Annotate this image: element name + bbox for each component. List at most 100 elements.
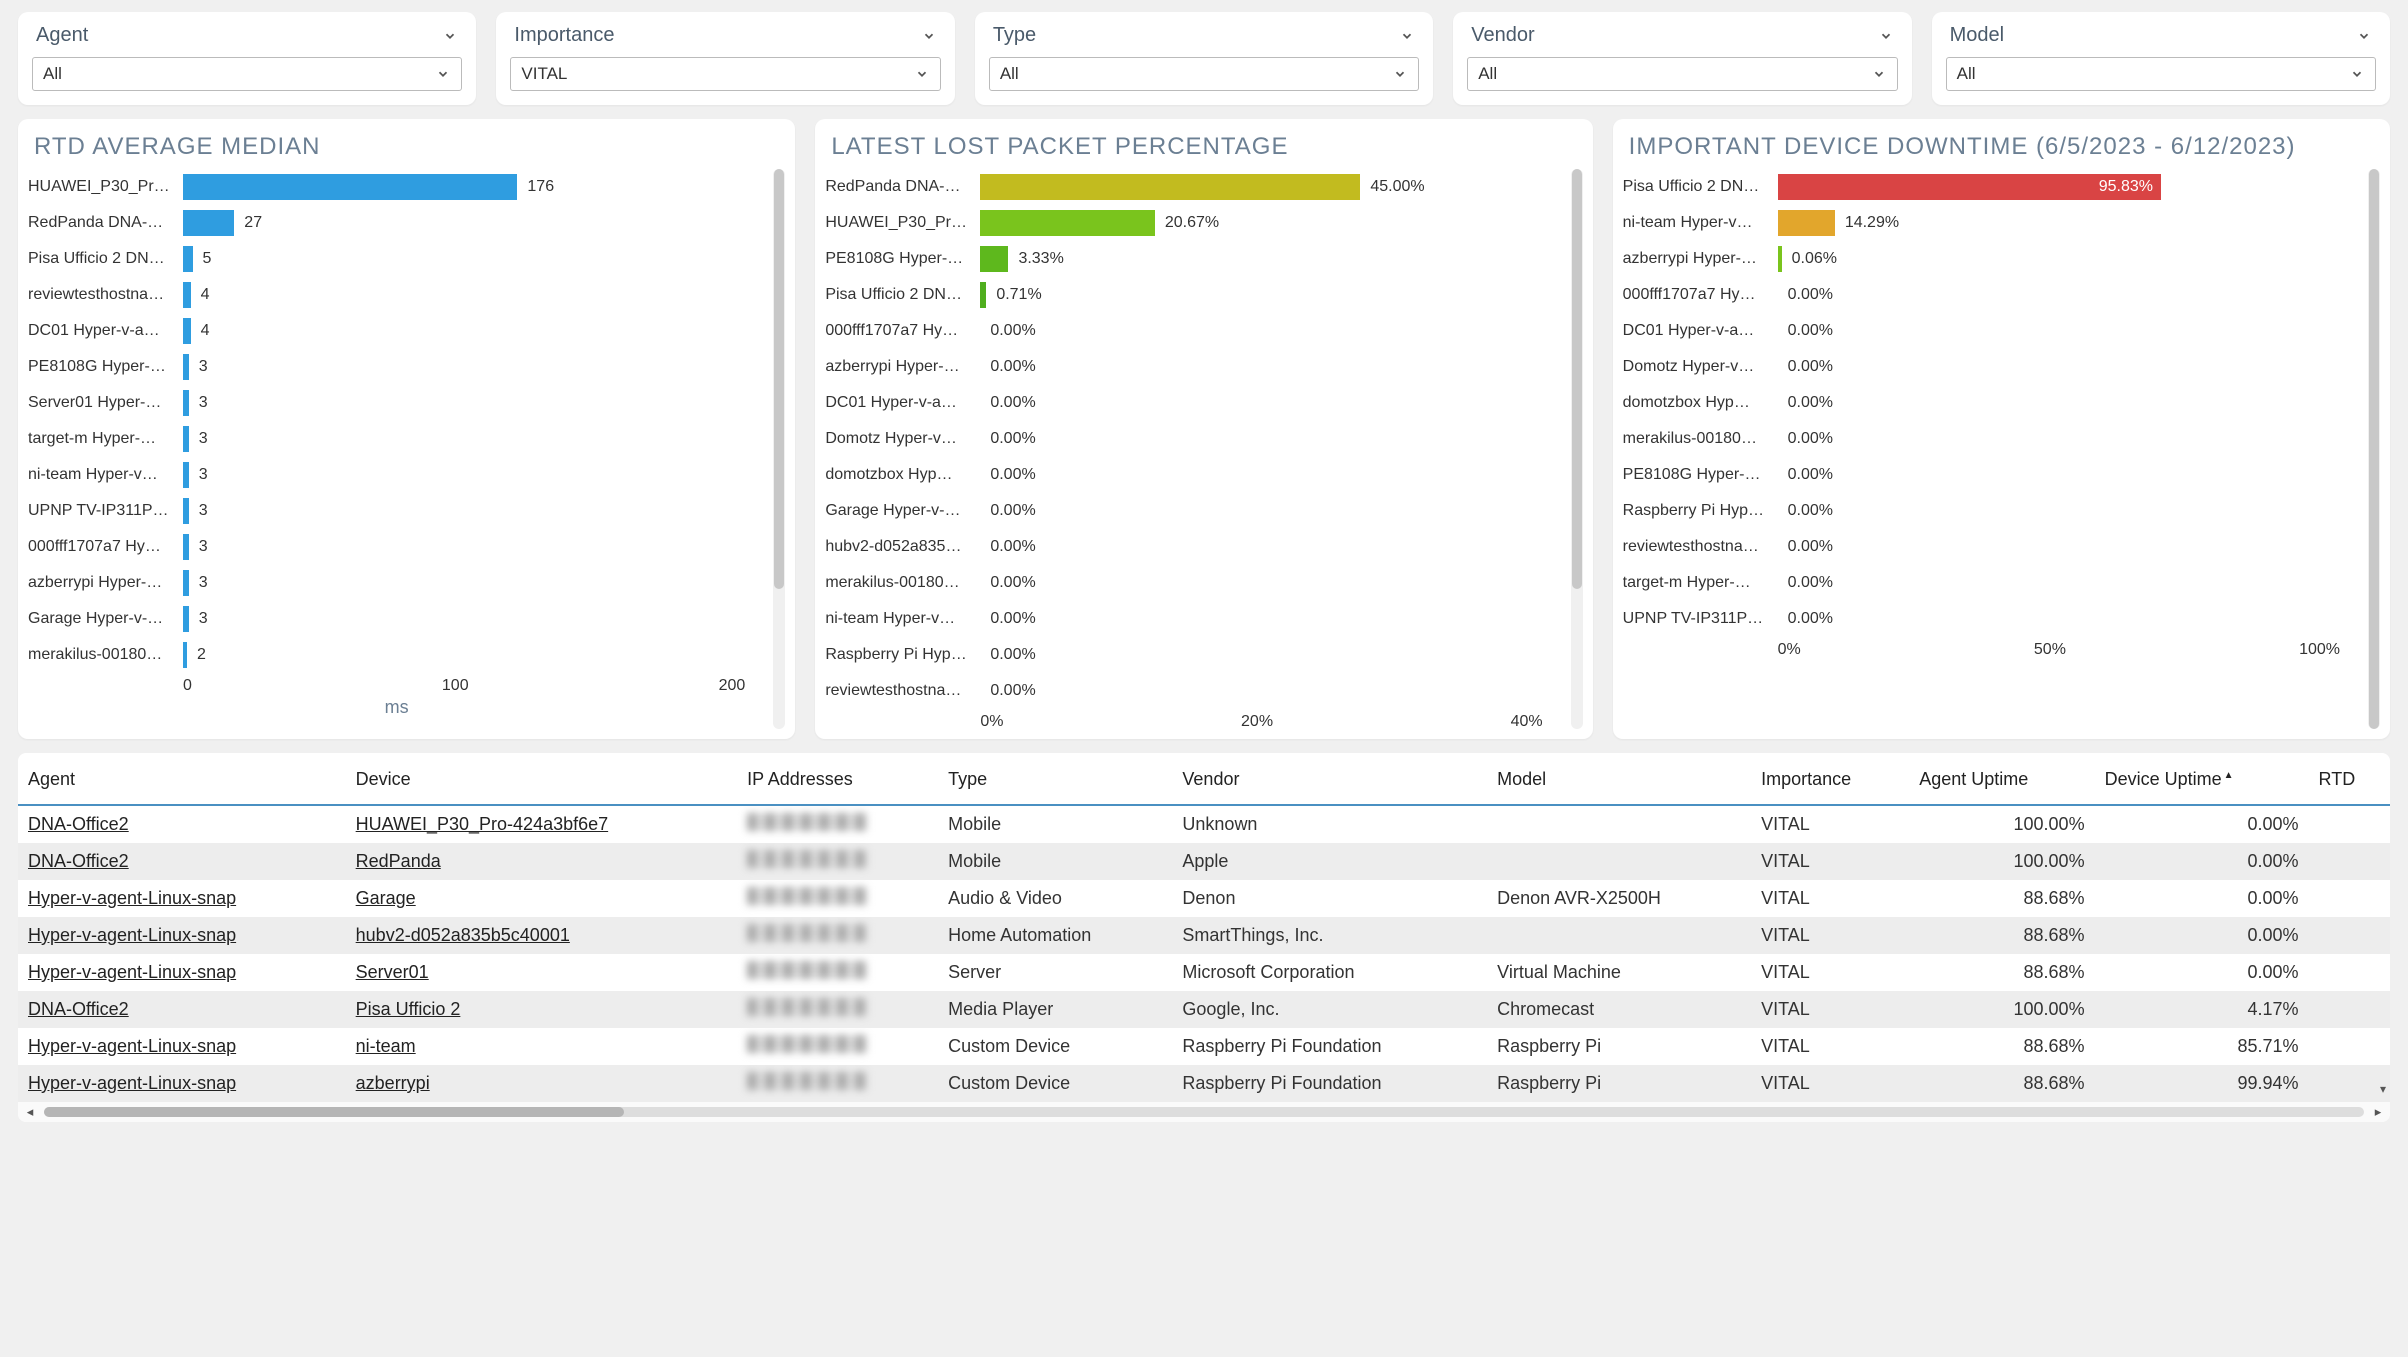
- bar-row[interactable]: merakilus-00180…0.00%: [1623, 421, 2360, 457]
- bar-row[interactable]: Garage Hyper-v-…3: [28, 601, 765, 637]
- bar-row[interactable]: ni-team Hyper-v…14.29%: [1623, 205, 2360, 241]
- bar-row[interactable]: RedPanda DNA-…27: [28, 205, 765, 241]
- bar-row[interactable]: UPNP TV-IP311P…3: [28, 493, 765, 529]
- bar-row[interactable]: reviewtesthostna…4: [28, 277, 765, 313]
- bar-row[interactable]: PE8108G Hyper-…3.33%: [825, 241, 1562, 277]
- bar-row[interactable]: Server01 Hyper-…3: [28, 385, 765, 421]
- filter-select[interactable]: All: [1467, 57, 1897, 91]
- filter-header[interactable]: Type: [989, 22, 1419, 57]
- bar-row[interactable]: hubv2-d052a835…0.00%: [825, 529, 1562, 565]
- bar-row[interactable]: reviewtesthostna…0.00%: [825, 673, 1562, 709]
- bar-row[interactable]: PE8108G Hyper-…0.00%: [1623, 457, 2360, 493]
- col-vendor[interactable]: Vendor: [1172, 753, 1487, 805]
- device-link[interactable]: Garage: [356, 888, 416, 908]
- filter-header[interactable]: Vendor: [1467, 22, 1897, 57]
- cell-agent-uptime: 88.68%: [1909, 917, 2094, 954]
- bar-row[interactable]: DC01 Hyper-v-a…4: [28, 313, 765, 349]
- col-rtd[interactable]: RTD: [2309, 753, 2390, 805]
- agent-link[interactable]: DNA-Office2: [28, 999, 129, 1019]
- bar-row[interactable]: Raspberry Pi Hyp…0.00%: [1623, 493, 2360, 529]
- bar-row[interactable]: domotzbox Hyp…0.00%: [1623, 385, 2360, 421]
- bar-row[interactable]: ni-team Hyper-v…3: [28, 457, 765, 493]
- agent-link[interactable]: Hyper-v-agent-Linux-snap: [28, 888, 236, 908]
- filter-header[interactable]: Model: [1946, 22, 2376, 57]
- bar-row[interactable]: RedPanda DNA-…45.00%: [825, 169, 1562, 205]
- device-link[interactable]: Pisa Ufficio 2: [356, 999, 461, 1019]
- table-row[interactable]: Hyper-v-agent-Linux-snap hubv2-d052a835b5…: [18, 917, 2390, 954]
- hscroll-thumb[interactable]: [44, 1107, 624, 1117]
- bar-row[interactable]: 000fff1707a7 Hy…0.00%: [1623, 277, 2360, 313]
- col-agent-uptime[interactable]: Agent Uptime: [1909, 753, 2094, 805]
- bar-row[interactable]: HUAWEI_P30_Pr…20.67%: [825, 205, 1562, 241]
- col-type[interactable]: Type: [938, 753, 1172, 805]
- bar-row[interactable]: Pisa Ufficio 2 DN…5: [28, 241, 765, 277]
- filter-header[interactable]: Agent: [32, 22, 462, 57]
- chart-vscroll-thumb[interactable]: [1572, 169, 1582, 589]
- device-link[interactable]: HUAWEI_P30_Pro-424a3bf6e7: [356, 814, 608, 834]
- device-link[interactable]: ni-team: [356, 1036, 416, 1056]
- bar-row[interactable]: Pisa Ufficio 2 DN…0.71%: [825, 277, 1562, 313]
- bar-row[interactable]: merakilus-00180…2: [28, 637, 765, 673]
- bar-row[interactable]: Pisa Ufficio 2 DN…95.83%: [1623, 169, 2360, 205]
- col-importance[interactable]: Importance: [1751, 753, 1909, 805]
- col-device[interactable]: Device: [346, 753, 737, 805]
- agent-link[interactable]: Hyper-v-agent-Linux-snap: [28, 925, 236, 945]
- bar-row[interactable]: PE8108G Hyper-…3: [28, 349, 765, 385]
- filter-select[interactable]: All: [989, 57, 1419, 91]
- col-model[interactable]: Model: [1487, 753, 1751, 805]
- filter-select[interactable]: VITAL: [510, 57, 940, 91]
- chart-vscrollbar[interactable]: [773, 169, 785, 729]
- bar-row[interactable]: Domotz Hyper-v…0.00%: [1623, 349, 2360, 385]
- bar-row[interactable]: Domotz Hyper-v…0.00%: [825, 421, 1562, 457]
- bar-row[interactable]: merakilus-00180…0.00%: [825, 565, 1562, 601]
- col-device-uptime[interactable]: Device Uptime▲: [2095, 753, 2309, 805]
- table-row[interactable]: DNA-Office2RedPandaMobileAppleVITAL100.0…: [18, 843, 2390, 880]
- bar-row[interactable]: target-m Hyper-…0.00%: [1623, 565, 2360, 601]
- agent-link[interactable]: Hyper-v-agent-Linux-snap: [28, 1073, 236, 1093]
- table-row[interactable]: Hyper-v-agent-Linux-snapServer01ServerMi…: [18, 954, 2390, 991]
- bar-row[interactable]: 000fff1707a7 Hy…3: [28, 529, 765, 565]
- filter-select[interactable]: All: [32, 57, 462, 91]
- bar-row[interactable]: Garage Hyper-v-…0.00%: [825, 493, 1562, 529]
- table-row[interactable]: Hyper-v-agent-Linux-snapGarageAudio & Vi…: [18, 880, 2390, 917]
- agent-link[interactable]: Hyper-v-agent-Linux-snap: [28, 1036, 236, 1056]
- agent-link[interactable]: Hyper-v-agent-Linux-snap: [28, 962, 236, 982]
- device-link[interactable]: azberrypi: [356, 1073, 430, 1093]
- table-hscrollbar[interactable]: ◂ ▸: [18, 1102, 2390, 1122]
- hscroll-track[interactable]: [44, 1107, 2364, 1117]
- table-row[interactable]: DNA-Office2HUAWEI_P30_Pro-424a3bf6e7Mobi…: [18, 805, 2390, 843]
- bar-row[interactable]: HUAWEI_P30_Pr…176: [28, 169, 765, 205]
- table-row[interactable]: DNA-Office2Pisa Ufficio 2Media PlayerGoo…: [18, 991, 2390, 1028]
- table-row[interactable]: Hyper-v-agent-Linux-snapni-teamCustom De…: [18, 1028, 2390, 1065]
- bar-row[interactable]: reviewtesthostna…0.00%: [1623, 529, 2360, 565]
- bar-row[interactable]: ni-team Hyper-v…0.00%: [825, 601, 1562, 637]
- bar-row[interactable]: domotzbox Hyp…0.00%: [825, 457, 1562, 493]
- chart-vscroll-thumb[interactable]: [2369, 169, 2379, 729]
- vscroll-down-icon[interactable]: ▾: [2380, 1082, 2386, 1096]
- bar-row[interactable]: azberrypi Hyper-…0.00%: [825, 349, 1562, 385]
- device-link[interactable]: hubv2-d052a835b5c40001: [356, 925, 570, 945]
- hscroll-left-icon[interactable]: ◂: [22, 1104, 38, 1120]
- hscroll-right-icon[interactable]: ▸: [2370, 1104, 2386, 1120]
- device-link[interactable]: Server01: [356, 962, 429, 982]
- bar-row[interactable]: azberrypi Hyper-…3: [28, 565, 765, 601]
- agent-link[interactable]: DNA-Office2: [28, 851, 129, 871]
- agent-link[interactable]: DNA-Office2: [28, 814, 129, 834]
- bar-row[interactable]: 000fff1707a7 Hy…0.00%: [825, 313, 1562, 349]
- col-ip-addresses[interactable]: IP Addresses: [737, 753, 938, 805]
- col-agent[interactable]: Agent: [18, 753, 346, 805]
- bar-row[interactable]: azberrypi Hyper-…0.06%: [1623, 241, 2360, 277]
- bar-row[interactable]: UPNP TV-IP311P…0.00%: [1623, 601, 2360, 637]
- bar-track: 0.06%: [1778, 241, 2360, 277]
- bar-row[interactable]: DC01 Hyper-v-a…0.00%: [825, 385, 1562, 421]
- bar-row[interactable]: Raspberry Pi Hyp…0.00%: [825, 637, 1562, 673]
- chart-vscroll-thumb[interactable]: [774, 169, 784, 589]
- device-link[interactable]: RedPanda: [356, 851, 441, 871]
- chart-vscrollbar[interactable]: [1571, 169, 1583, 729]
- chart-vscrollbar[interactable]: [2368, 169, 2380, 729]
- bar-row[interactable]: DC01 Hyper-v-a…0.00%: [1623, 313, 2360, 349]
- filter-header[interactable]: Importance: [510, 22, 940, 57]
- bar-row[interactable]: target-m Hyper-…3: [28, 421, 765, 457]
- filter-select[interactable]: All: [1946, 57, 2376, 91]
- table-row[interactable]: Hyper-v-agent-Linux-snapazberrypiCustom …: [18, 1065, 2390, 1102]
